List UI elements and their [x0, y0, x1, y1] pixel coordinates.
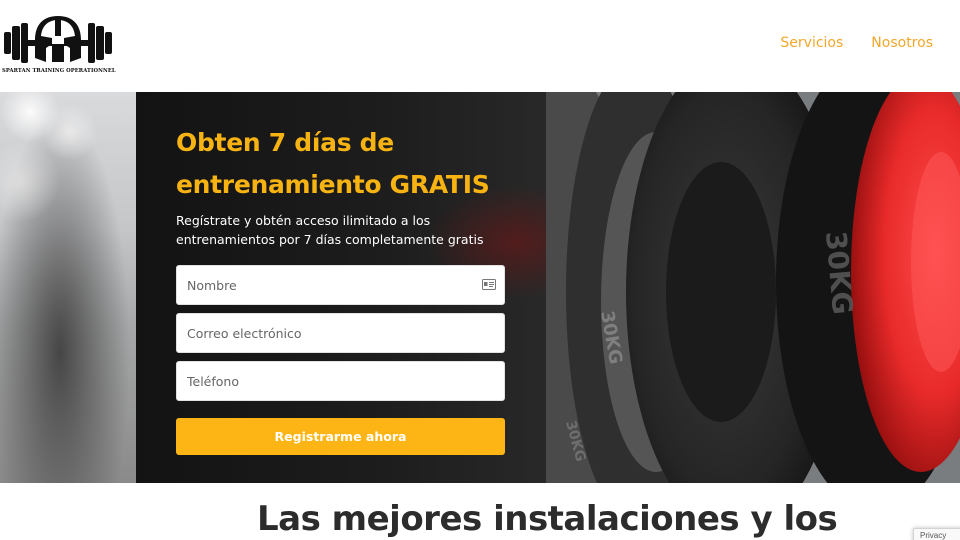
nav-link-servicios[interactable]: Servicios: [780, 35, 843, 51]
contact-card-icon: [482, 279, 496, 290]
name-field: [176, 265, 505, 305]
email-input[interactable]: [177, 314, 504, 352]
phone-input[interactable]: [177, 362, 504, 400]
weight-plates-image: 30KG 30KG 30KG: [546, 92, 960, 483]
phone-field: [176, 361, 505, 401]
main-nav: Servicios Nosotros: [780, 35, 933, 51]
hero-title-line1: Obten 7 días de: [176, 128, 394, 157]
nav-link-nosotros[interactable]: Nosotros: [871, 35, 933, 51]
site-header: SPARTAN TRAINING OPERATIONNEL Servicios …: [0, 0, 960, 92]
section-heading: Las mejores instalaciones y los: [257, 499, 838, 539]
register-button[interactable]: Registrarme ahora: [176, 418, 505, 455]
hero-subtitle: Regístrate y obtén acceso ilimitado a lo…: [176, 213, 484, 247]
gym-background-image: [0, 92, 136, 483]
hero-title-line2: entrenamiento GRATIS: [176, 170, 490, 199]
logo-caption: SPARTAN TRAINING OPERATIONNEL: [2, 68, 116, 74]
site-logo[interactable]: SPARTAN TRAINING OPERATIONNEL: [2, 14, 116, 78]
name-input[interactable]: [177, 266, 504, 304]
spartan-helmet-dumbbell-icon: [4, 16, 112, 63]
hero-title: Obten 7 días de entrenamiento GRATIS: [176, 122, 536, 206]
email-field: [176, 313, 505, 353]
recaptcha-badge[interactable]: Privacy: [913, 528, 960, 540]
